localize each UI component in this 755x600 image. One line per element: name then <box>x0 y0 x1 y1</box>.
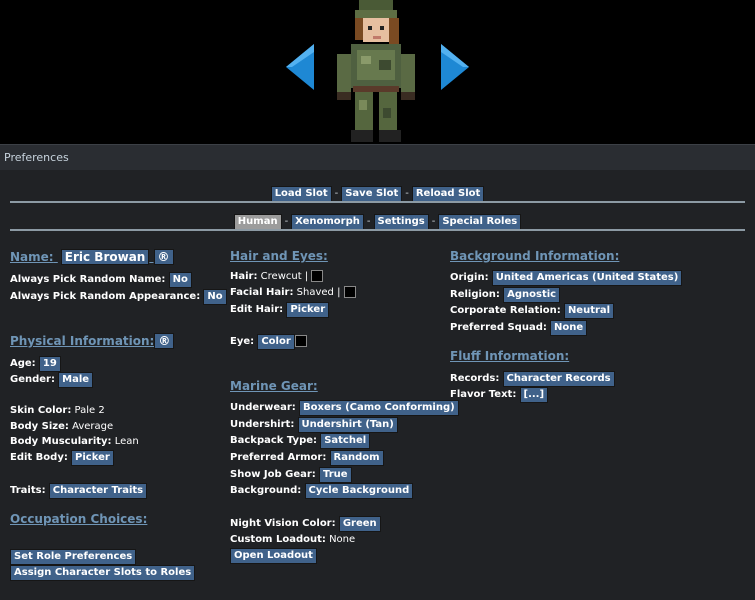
save-slot-button[interactable]: Save Slot <box>341 186 403 202</box>
cycle-background-button[interactable]: Cycle Background <box>304 483 414 499</box>
random-appearance-row: Always Pick Random Appearance: No <box>10 289 227 305</box>
origin-button[interactable]: United Americas (United States) <box>491 270 683 286</box>
underwear-row: Underwear: Boxers (Camo Conforming) <box>230 400 459 416</box>
set-roles-row: Set Role Preferences <box>10 549 137 565</box>
night-vision-color-button[interactable]: Green <box>338 516 381 532</box>
armor-row: Preferred Armor: Random <box>230 450 384 466</box>
assign-slots-row: Assign Character Slots to Roles <box>10 565 196 581</box>
physical-heading: Physical Information: ® <box>10 333 175 349</box>
facial-hair-color-swatch[interactable] <box>343 286 356 298</box>
marine-gear-heading: Marine Gear: <box>230 379 318 393</box>
occupation-heading: Occupation Choices: <box>10 512 148 526</box>
gender-button[interactable]: Male <box>58 372 94 388</box>
set-role-preferences-button[interactable]: Set Role Preferences <box>10 549 137 565</box>
records-row: Records: Character Records <box>450 371 615 387</box>
backpack-row: Backpack Type: Satchel <box>230 433 371 449</box>
backpack-button[interactable]: Satchel <box>320 433 371 449</box>
edit-hair-button[interactable]: Picker <box>286 302 330 318</box>
hair-eyes-heading: Hair and Eyes: <box>230 249 328 263</box>
armor-button[interactable]: Random <box>329 450 384 466</box>
open-loadout-row: Open Loadout <box>230 548 317 564</box>
custom-loadout-row: Custom Loadout: None <box>230 534 356 545</box>
job-gear-row: Show Job Gear: True <box>230 467 352 483</box>
flavor-text-button[interactable]: [...] <box>519 387 549 403</box>
hair-color-swatch[interactable] <box>311 270 324 282</box>
corporate-relation-button[interactable]: Neutral <box>563 303 615 319</box>
undershirt-row: Undershirt: Undershirt (Tan) <box>230 417 398 433</box>
window-title: Preferences <box>4 151 69 164</box>
random-name-row: Always Pick Random Name: No <box>10 272 192 288</box>
tab-bar: Human - Xenomorph - Settings - Special Roles <box>0 209 755 230</box>
random-name-toggle[interactable]: No <box>168 272 192 288</box>
traits-row: Traits: Character Traits <box>10 483 148 499</box>
flavor-text-row: Flavor Text: [...] <box>450 387 549 403</box>
age-button[interactable]: 19 <box>38 356 61 372</box>
load-slot-button[interactable]: Load Slot <box>270 186 332 202</box>
tab-special-roles[interactable]: Special Roles <box>438 214 522 230</box>
preferred-squad-row: Preferred Squad: None <box>450 320 588 336</box>
name-button[interactable]: Eric Browan <box>60 249 150 265</box>
divider <box>10 229 745 231</box>
eye-row: Eye: Color <box>230 334 307 350</box>
facial-hair-row: Facial Hair: Shaved | <box>230 285 356 301</box>
random-appearance-toggle[interactable]: No <box>203 289 227 305</box>
background-row: Background: Cycle Background <box>230 483 414 499</box>
hair-row: Hair: Crewcut | <box>230 269 324 285</box>
background-info-heading: Background Information: <box>450 249 620 263</box>
eye-color-button[interactable]: Color <box>257 334 295 350</box>
character-preview-area <box>0 0 755 144</box>
underwear-button[interactable]: Boxers (Camo Conforming) <box>299 400 459 416</box>
window-title-bar: Preferences <box>0 144 755 170</box>
edit-body-row: Edit Body: Picker <box>10 450 114 466</box>
divider <box>10 201 745 203</box>
undershirt-button[interactable]: Undershirt (Tan) <box>297 417 398 433</box>
tab-xenomorph[interactable]: Xenomorph <box>291 214 364 230</box>
character-records-button[interactable]: Character Records <box>502 371 615 387</box>
skin-row: Skin Color: Pale 2 <box>10 405 105 416</box>
fluff-heading: Fluff Information: <box>450 349 570 363</box>
night-vision-row: Night Vision Color: Green <box>230 516 381 532</box>
body-size-row: Body Size: Average <box>10 421 114 432</box>
tab-settings[interactable]: Settings <box>373 214 429 230</box>
preferences-panel: Load Slot - Save Slot - Reload Slot Human - Xe… <box>0 170 755 600</box>
character-traits-button[interactable]: Character Traits <box>48 483 148 499</box>
rotate-right-arrow-icon[interactable] <box>439 42 473 92</box>
preferred-squad-button[interactable]: None <box>550 320 588 336</box>
gender-row: Gender: Male <box>10 372 94 388</box>
name-heading: Name: Eric Browan ® <box>10 249 174 265</box>
slot-controls: Load Slot - Save Slot - Reload Slot <box>0 181 755 202</box>
randomize-physical-icon[interactable]: ® <box>154 333 175 349</box>
tab-human[interactable]: Human <box>233 214 282 230</box>
religion-button[interactable]: Agnostic <box>503 287 561 303</box>
character-sprite <box>337 0 415 142</box>
eye-color-swatch <box>294 335 307 347</box>
age-row: Age: 19 <box>10 356 61 372</box>
muscularity-row: Body Muscularity: Lean <box>10 436 139 447</box>
edit-body-button[interactable]: Picker <box>71 450 114 466</box>
reload-slot-button[interactable]: Reload Slot <box>411 186 485 202</box>
randomize-name-icon[interactable]: ® <box>153 249 174 265</box>
assign-character-slots-button[interactable]: Assign Character Slots to Roles <box>10 565 196 581</box>
rotate-left-arrow-icon[interactable] <box>282 42 316 92</box>
edit-hair-row: Edit Hair: Picker <box>230 302 330 318</box>
job-gear-toggle[interactable]: True <box>319 467 352 483</box>
religion-row: Religion: Agnostic <box>450 287 561 303</box>
open-loadout-button[interactable]: Open Loadout <box>230 548 317 564</box>
corporate-relation-row: Corporate Relation: Neutral <box>450 303 615 319</box>
origin-row: Origin: United Americas (United States) <box>450 270 683 286</box>
